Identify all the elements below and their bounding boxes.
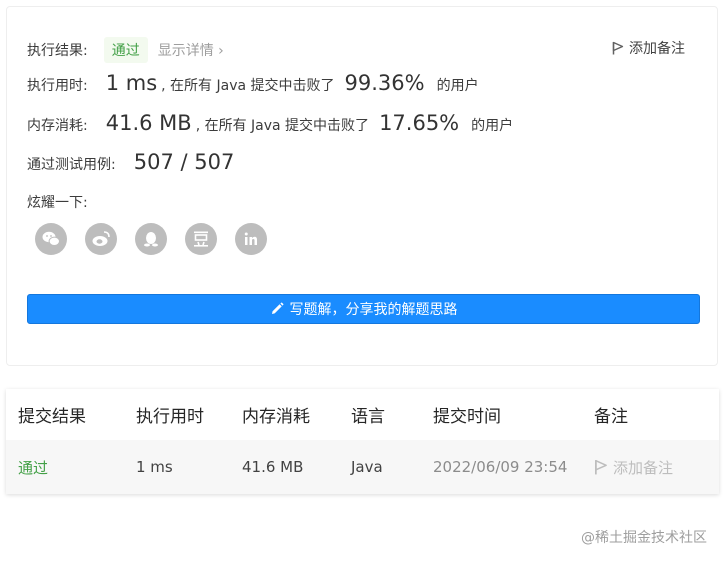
testcase-label: 通过测试用例: [27, 157, 116, 173]
write-solution-label: 写题解，分享我的解题思路 [289, 302, 458, 318]
header-runtime: 执行用时 [136, 407, 204, 427]
table-header: 提交结果 执行用时 内存消耗 语言 提交时间 备注 [6, 389, 719, 440]
status-label: 执行结果: [27, 43, 88, 59]
runtime-percentile: 99.36% [344, 71, 425, 95]
runtime-value: 1 ms [105, 71, 158, 95]
memory-value: 41.6 MB [105, 111, 192, 135]
testcase-row: 通过测试用例: 507 / 507 [27, 150, 238, 174]
memory-percentile: 17.65% [379, 111, 460, 135]
linkedin-icon[interactable] [235, 223, 267, 255]
wechat-icon[interactable] [35, 223, 67, 255]
douban-icon[interactable] [185, 223, 217, 255]
memory-row: 内存消耗: 41.6 MB , 在所有 Java 提交中击败了 17.65% 的… [27, 111, 513, 135]
testcase-value: 507 / 507 [133, 150, 235, 174]
status-badge: 通过 [103, 37, 148, 63]
row-runtime: 1 ms [136, 458, 173, 476]
row-add-note-label: 添加备注 [613, 458, 674, 477]
row-add-note-button[interactable]: 添加备注 [594, 457, 673, 478]
add-note-button[interactable]: 添加备注 [612, 38, 685, 58]
weibo-icon[interactable] [85, 223, 117, 255]
memory-users-text: 的用户 [471, 118, 514, 134]
watermark: @稀土掘金技术社区 [581, 530, 707, 546]
runtime-row: 执行用时: 1 ms , 在所有 Java 提交中击败了 99.36% 的用户 [27, 71, 479, 95]
header-memory: 内存消耗 [242, 407, 310, 427]
runtime-beat-text: , 在所有 Java 提交中击败了 [161, 78, 335, 94]
submission-result-link[interactable]: 通过 [18, 457, 48, 478]
runtime-users-text: 的用户 [436, 78, 479, 94]
memory-label: 内存消耗: [27, 118, 88, 134]
share-label: 炫耀一下: [27, 195, 88, 211]
memory-beat-text: , 在所有 Java 提交中击败了 [195, 118, 370, 134]
row-submit-time: 2022/06/09 23:54 [433, 458, 568, 476]
header-submit-time: 提交时间 [433, 407, 501, 427]
share-row-label: 炫耀一下: [27, 192, 88, 212]
header-language: 语言 [351, 407, 385, 427]
table-row: 通过 1 ms 41.6 MB Java 2022/06/09 23:54 添加… [6, 440, 719, 494]
submissions-table: 提交结果 执行用时 内存消耗 语言 提交时间 备注 通过 1 ms 41.6 M… [6, 389, 719, 494]
row-memory: 41.6 MB [242, 458, 304, 476]
header-note: 备注 [594, 407, 628, 427]
pencil-icon [271, 302, 283, 314]
show-details-link[interactable]: 显示详情 › [158, 40, 224, 60]
status-row: 执行结果: 通过 显示详情 › [27, 37, 224, 63]
runtime-label: 执行用时: [27, 78, 88, 94]
add-note-label: 添加备注 [629, 41, 685, 57]
result-card: 执行结果: 通过 显示详情 › 添加备注 执行用时: 1 ms , 在所有 Ja… [6, 6, 718, 366]
flag-icon [612, 41, 624, 55]
row-language: Java [351, 458, 383, 476]
write-solution-button[interactable]: 写题解，分享我的解题思路 [27, 294, 700, 324]
share-icons [35, 223, 285, 255]
flag-icon [595, 459, 607, 475]
header-result: 提交结果 [18, 407, 86, 427]
qq-icon[interactable] [135, 223, 167, 255]
